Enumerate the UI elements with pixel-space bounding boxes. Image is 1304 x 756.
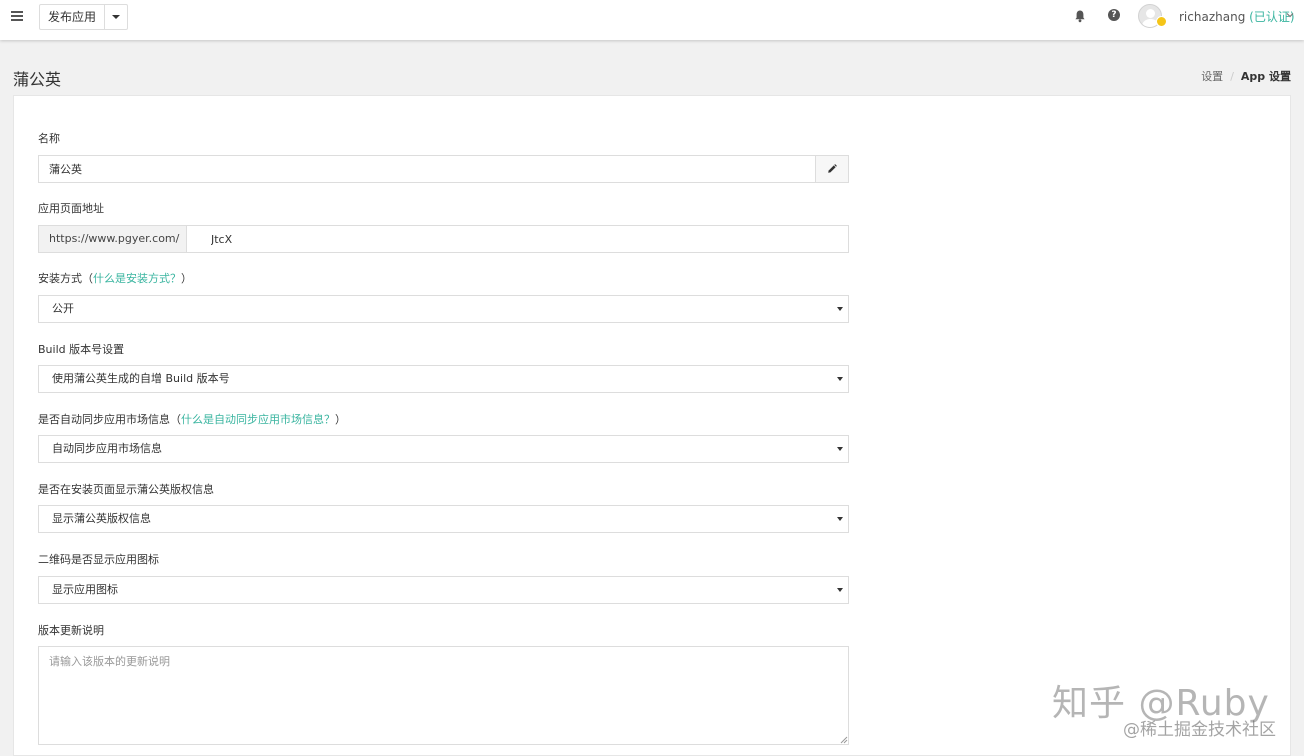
top-bar: 发布应用 ? richazhang (已认证) [0, 0, 1304, 40]
market-sync-help-link[interactable]: 什么是自动同步应用市场信息？ [181, 413, 335, 426]
caret-down-icon [837, 307, 843, 311]
breadcrumb-settings[interactable]: 设置 [1201, 70, 1223, 83]
name-field-group [38, 155, 849, 183]
help-icon[interactable]: ? [1108, 9, 1120, 21]
vip-badge-icon [1156, 16, 1167, 27]
menu-icon[interactable] [11, 11, 23, 21]
pencil-icon [828, 164, 837, 173]
publish-app-button[interactable]: 发布应用 [39, 4, 129, 30]
url-prefix: https://www.pgyer.com/ [39, 226, 187, 252]
caret-down-icon [837, 588, 843, 592]
watermark-sub: @稀土掘金技术社区 [1123, 720, 1276, 740]
publish-app-label[interactable]: 发布应用 [40, 5, 106, 29]
page-url-input[interactable] [187, 226, 848, 252]
install-method-help-link[interactable]: 什么是安装方式？ [93, 272, 181, 285]
qr-icon-select[interactable]: 显示应用图标 [38, 576, 849, 604]
build-version-select[interactable]: 使用蒲公英生成的自增 Build 版本号 [38, 365, 849, 393]
page-url-field-group: https://www.pgyer.com/ [38, 225, 849, 253]
username: richazhang [1179, 10, 1246, 24]
edit-name-button[interactable] [815, 156, 848, 182]
breadcrumb: 设置 / App 设置 [1201, 70, 1291, 83]
release-notes-label: 版本更新说明 [38, 624, 104, 637]
page-title: 蒲公英 [13, 70, 62, 89]
resize-grip-icon[interactable] [840, 736, 848, 744]
market-sync-label: 是否自动同步应用市场信息（什么是自动同步应用市场信息？） [38, 413, 346, 426]
user-menu[interactable]: richazhang (已认证) [1179, 8, 1295, 25]
publish-app-dropdown-toggle[interactable] [105, 5, 127, 29]
install-method-select[interactable]: 公开 [38, 295, 849, 323]
copyright-label: 是否在安装页面显示蒲公英版权信息 [38, 483, 214, 496]
breadcrumb-app-settings: App 设置 [1240, 70, 1291, 83]
install-method-label: 安装方式（什么是安装方式？） [38, 272, 192, 285]
build-version-value: 使用蒲公英生成的自增 Build 版本号 [52, 372, 230, 385]
caret-down-icon [837, 377, 843, 381]
name-label: 名称 [38, 132, 60, 145]
caret-down-icon [837, 447, 843, 451]
install-method-value: 公开 [52, 302, 74, 315]
release-notes-textarea[interactable] [38, 646, 849, 745]
market-sync-select[interactable]: 自动同步应用市场信息 [38, 435, 849, 463]
chevron-down-icon[interactable] [1286, 12, 1294, 18]
copyright-value: 显示蒲公英版权信息 [52, 512, 151, 525]
caret-down-icon [112, 15, 121, 19]
caret-down-icon [837, 517, 843, 521]
market-sync-value: 自动同步应用市场信息 [52, 442, 162, 455]
qr-icon-value: 显示应用图标 [52, 583, 118, 596]
copyright-select[interactable]: 显示蒲公英版权信息 [38, 505, 849, 533]
qr-icon-label: 二维码是否显示应用图标 [38, 553, 159, 566]
bell-icon[interactable] [1073, 9, 1087, 23]
page-url-label: 应用页面地址 [38, 202, 104, 215]
settings-card: 名称 应用页面地址 https://www.pgyer.com/ 安装方式（什么… [13, 95, 1291, 756]
name-input[interactable] [39, 156, 816, 182]
build-version-label: Build 版本号设置 [38, 343, 125, 356]
